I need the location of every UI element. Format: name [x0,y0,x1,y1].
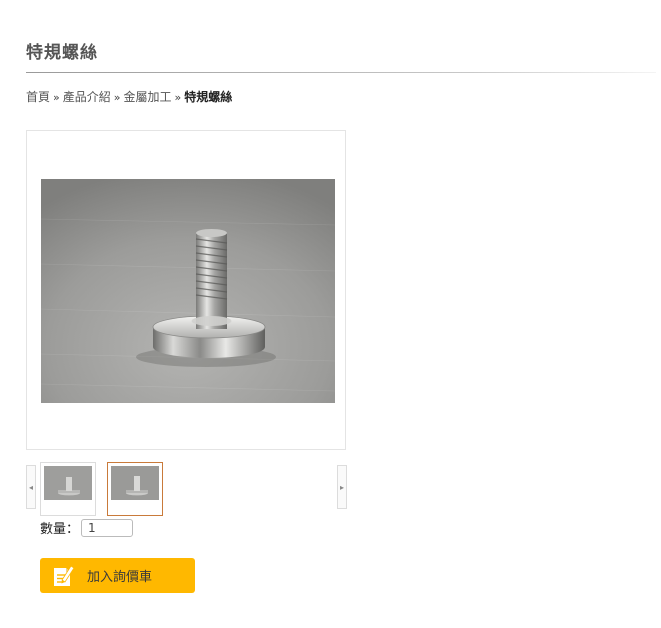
breadcrumb-products[interactable]: 產品介紹 [63,90,111,104]
thumbnail-1[interactable] [40,462,96,516]
thumbnail-2-active[interactable] [107,462,163,516]
chevron-right-icon[interactable]: ▸ [337,465,347,509]
breadcrumb-metal-processing[interactable]: 金屬加工 [124,90,172,104]
quantity-label: 數量： [40,522,80,537]
title-divider [26,72,656,73]
breadcrumb-separator: » [113,91,121,104]
thumbnail-photo [111,466,159,500]
thumbnail-photo [44,466,92,500]
main-image-frame[interactable] [26,130,346,450]
inquiry-note-icon [54,564,75,586]
breadcrumb-home[interactable]: 首頁 [26,90,50,104]
breadcrumb-separator: » [53,91,60,104]
page-title: 特規螺絲 [26,43,98,63]
add-to-inquiry-label: 加入詢價車 [87,570,153,585]
breadcrumb-separator: » [174,91,182,104]
breadcrumb-current: 特規螺絲 [184,90,233,104]
product-photo [41,179,335,403]
breadcrumb: 首頁» 產品介紹» 金屬加工» 特規螺絲 [26,88,232,105]
product-page: 特規螺絲 首頁» 產品介紹» 金屬加工» 特規螺絲 ◂ ▸ 數量： 1 加入詢價… [0,0,661,628]
quantity-input[interactable] [81,518,134,537]
chevron-left-icon[interactable]: ◂ [26,465,36,509]
quantity-row: 數量： [40,518,134,537]
add-to-inquiry-button[interactable]: 加入詢價車 [40,558,195,593]
